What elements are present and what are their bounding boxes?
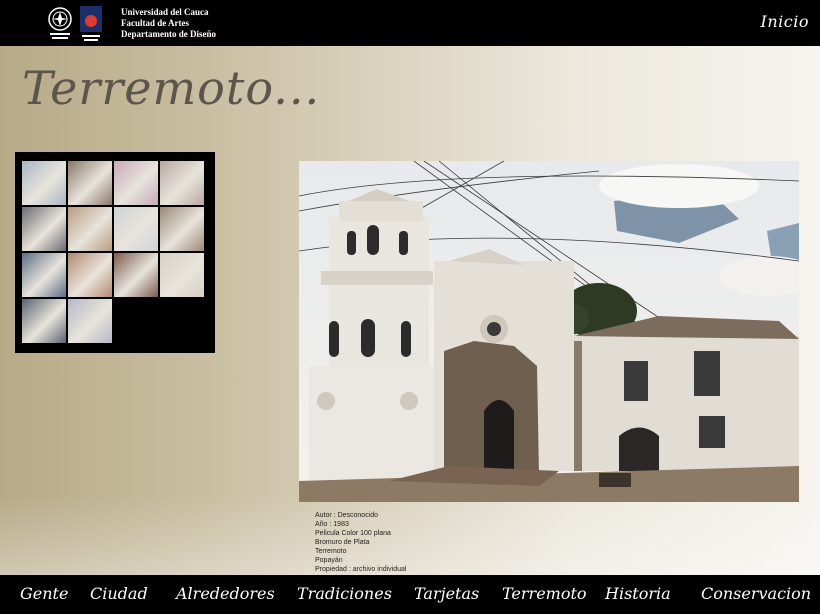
thumbnail-8[interactable] [160,207,204,251]
caption-author: Autor : Desconocido [315,512,379,519]
thumbnail-13[interactable] [22,299,66,343]
thumbnail-14[interactable] [68,299,112,343]
thumbnail-3[interactable] [114,161,158,205]
nav-ciudad[interactable]: Ciudad [90,584,148,603]
nav-conservacion[interactable]: Conservacion [701,584,811,603]
footer-nav-bar: Gente Ciudad Alrededores Tradiciones Tar… [0,575,820,614]
thumbnail-gallery [15,152,215,353]
thumbnail-2[interactable] [68,161,112,205]
caption-subject: Terremoto [315,548,347,555]
department-name: Departamento de Diseño [121,29,216,39]
caption-film: Pelicula Color 100 plana [315,530,391,537]
university-name-block: Universidad del Cauca Facultad de Artes … [121,7,216,40]
thumbnail-1[interactable] [22,161,66,205]
thumbnail-7[interactable] [114,207,158,251]
caption-process: Bromuro de Plata [315,539,370,546]
nav-tradiciones[interactable]: Tradiciones [297,584,392,603]
university-seal-logo[interactable] [47,6,73,42]
nav-alrededores[interactable]: Alrededores [176,584,275,603]
caption-owner: Propiedad : archivo individual [315,566,407,573]
thumbnail-10[interactable] [68,253,112,297]
inicio-link[interactable]: Inicio [761,12,809,31]
main-photo [299,161,799,502]
design-department-logo[interactable] [80,6,102,42]
nav-gente[interactable]: Gente [20,584,68,603]
thumbnail-4[interactable] [160,161,204,205]
caption-place: Popayán [315,557,343,564]
page-title: Terremoto... [22,61,321,115]
nav-tarjetas[interactable]: Tarjetas [414,584,479,603]
thumbnail-9[interactable] [22,253,66,297]
caption-year: Año : 1983 [315,521,349,528]
thumbnail-5[interactable] [22,207,66,251]
faculty-name: Facultad de Artes [121,18,189,28]
thumbnail-11[interactable] [114,253,158,297]
nav-historia[interactable]: Historia [605,584,671,603]
photo-caption: Autor : Desconocido Año : 1983 Pelicula … [315,511,406,574]
header-bar: Universidad del Cauca Facultad de Artes … [0,0,820,46]
university-name: Universidad del Cauca [121,7,209,17]
thumbnail-12[interactable] [160,253,204,297]
thumbnail-6[interactable] [68,207,112,251]
nav-terremoto[interactable]: Terremoto [502,584,587,603]
